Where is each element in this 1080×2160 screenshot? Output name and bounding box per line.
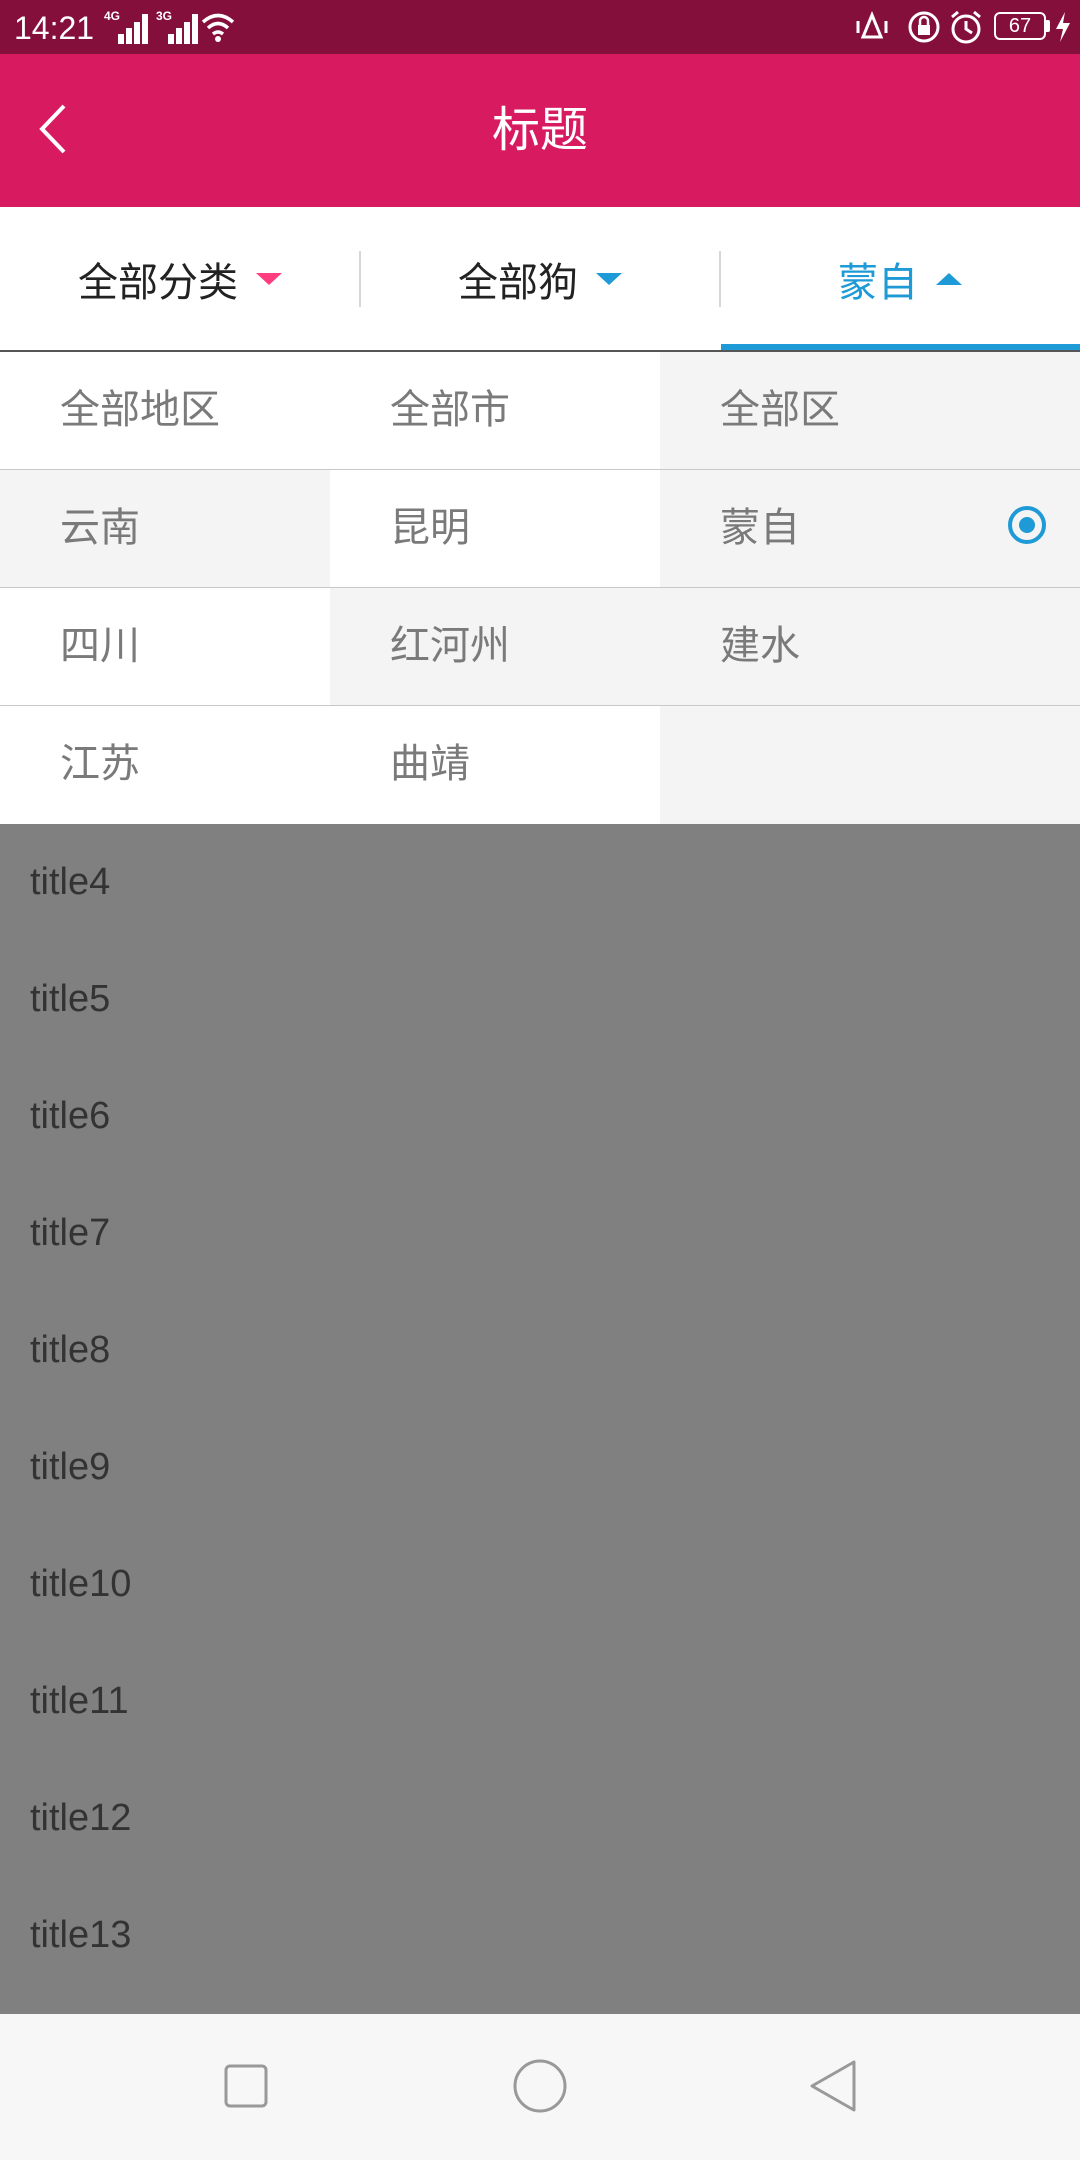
- list-item: title12: [30, 1797, 132, 1839]
- recents-square-icon: [224, 2064, 268, 2108]
- district-label: 蒙自: [720, 505, 800, 551]
- city-item[interactable]: 昆明: [330, 470, 660, 587]
- district-column: 全部区 蒙自 建水: [660, 352, 1080, 824]
- province-column: 全部地区 云南 四川 江苏: [0, 352, 330, 824]
- back-triangle-icon: [810, 2060, 856, 2112]
- content-list-overlay[interactable]: title4 title5 title6 title7 title8 title…: [0, 824, 1080, 2014]
- row-divider: [0, 587, 1080, 588]
- city-item-selected[interactable]: 红河州: [330, 588, 660, 705]
- recents-button[interactable]: [214, 2054, 278, 2118]
- list-item: title6: [30, 1095, 111, 1137]
- district-item-selected[interactable]: 蒙自: [660, 470, 1080, 587]
- district-item[interactable]: 建水: [660, 588, 1080, 705]
- status-time: 14:21: [14, 10, 95, 46]
- status-bar: 14:21 4G 3G 67: [0, 0, 1080, 54]
- region-picker-panel: 全部地区 云南 四川 江苏 全部市 昆明 红河州 曲靖 全部区 蒙自 建水: [0, 352, 1080, 824]
- list-item: title7: [30, 1212, 111, 1254]
- home-circle-icon: [513, 2059, 567, 2113]
- filter-bar: 全部分类 全部狗 蒙自: [0, 207, 1080, 352]
- chevron-left-icon: [39, 104, 66, 154]
- battery-icon: 67: [994, 12, 1046, 40]
- alarm-icon: [951, 10, 981, 44]
- filter-tab-category[interactable]: 全部分类: [0, 207, 360, 350]
- district-item[interactable]: 全部区: [660, 352, 1080, 469]
- filter-tab-region[interactable]: 蒙自: [720, 207, 1080, 350]
- app-header: 标题: [0, 54, 1080, 207]
- list-item: title4: [30, 861, 111, 903]
- battery-cap: [1046, 20, 1050, 32]
- list-item: title11: [30, 1680, 129, 1722]
- city-item[interactable]: 曲靖: [330, 706, 660, 823]
- charging-icon: [1056, 12, 1070, 42]
- district-label: 建水: [720, 623, 800, 669]
- province-label: 江苏: [60, 741, 140, 787]
- network-type-label: 3G: [156, 9, 173, 23]
- rotation-lock-icon: [908, 11, 940, 43]
- home-button[interactable]: [508, 2054, 572, 2118]
- page-title: 标题: [491, 102, 588, 158]
- row-divider: [0, 469, 1080, 470]
- triangle-up-icon: [936, 272, 962, 285]
- system-nav-bar: [0, 2014, 1080, 2160]
- network-type-label: 4G: [104, 9, 121, 23]
- radio-selected-icon: [1008, 506, 1046, 544]
- signal-icon: 4G: [104, 10, 150, 44]
- province-item[interactable]: 江苏: [0, 706, 330, 823]
- signal-icon: 3G: [156, 10, 202, 44]
- city-label: 全部市: [390, 387, 510, 433]
- wifi-icon: [201, 13, 235, 42]
- city-label: 红河州: [390, 623, 510, 669]
- province-item[interactable]: 四川: [0, 588, 330, 705]
- city-column: 全部市 昆明 红河州 曲靖: [330, 352, 660, 824]
- list-item: title13: [30, 1914, 132, 1956]
- back-nav-button[interactable]: [802, 2054, 866, 2118]
- list-item: title8: [30, 1329, 111, 1371]
- district-label: 全部区: [720, 387, 840, 433]
- province-item[interactable]: 全部地区: [0, 352, 330, 469]
- filter-tab-dog[interactable]: 全部狗: [360, 207, 720, 350]
- city-label: 曲靖: [390, 741, 470, 787]
- list-item: title5: [30, 978, 111, 1020]
- list-item: title9: [30, 1446, 111, 1488]
- province-label: 全部地区: [60, 387, 220, 433]
- filter-tab-label: 全部狗: [458, 259, 578, 306]
- active-tab-indicator: [721, 344, 1080, 350]
- triangle-down-icon: [256, 272, 282, 285]
- city-label: 昆明: [390, 505, 470, 551]
- province-label: 云南: [60, 505, 140, 551]
- vibrate-icon: [856, 11, 888, 39]
- province-item-selected[interactable]: 云南: [0, 470, 330, 587]
- filter-tab-label: 蒙自: [838, 259, 918, 306]
- row-divider: [0, 705, 1080, 706]
- triangle-down-icon: [596, 272, 622, 285]
- back-button[interactable]: [28, 94, 88, 164]
- city-item[interactable]: 全部市: [330, 352, 660, 469]
- filter-tab-label: 全部分类: [78, 259, 238, 306]
- province-label: 四川: [60, 623, 140, 669]
- list-item: title10: [30, 1563, 132, 1605]
